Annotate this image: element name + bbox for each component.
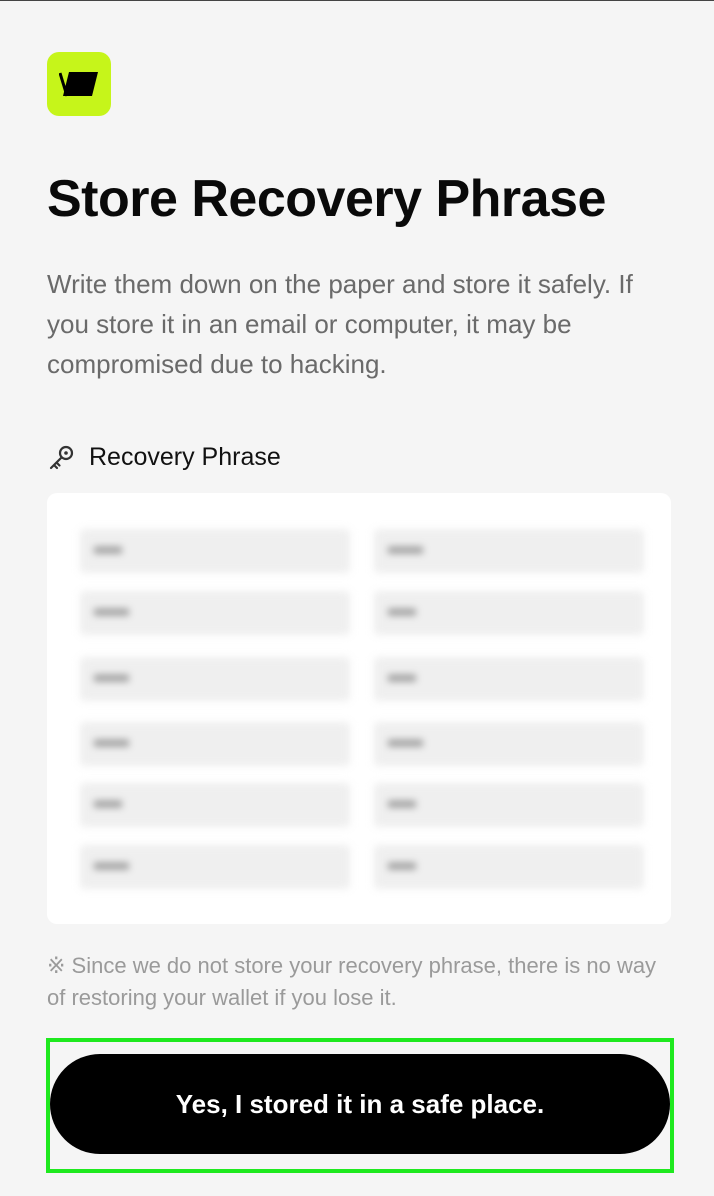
phrase-word: ••••• bbox=[80, 657, 350, 701]
warning-note: ※ Since we do not store your recovery ph… bbox=[47, 953, 657, 1010]
recovery-phrase-label: Recovery Phrase bbox=[47, 443, 281, 472]
page-description: Write them down on the paper and store i… bbox=[47, 269, 633, 379]
page-title: Store Recovery Phrase bbox=[47, 170, 606, 228]
confirm-stored-button[interactable]: Yes, I stored it in a safe place. bbox=[50, 1054, 670, 1154]
phrase-word: •••• bbox=[80, 783, 350, 827]
phrase-word: •••• bbox=[374, 591, 644, 635]
recovery-phrase-card: •••• ••••• ••••• •••• ••••• •••• ••••• •… bbox=[47, 493, 671, 924]
phrase-word: ••••• bbox=[80, 845, 350, 889]
phrase-word: •••• bbox=[374, 845, 644, 889]
phrase-word: ••••• bbox=[80, 591, 350, 635]
recovery-phrase-label-text: Recovery Phrase bbox=[89, 443, 281, 471]
phrase-word: ••••• bbox=[374, 722, 644, 766]
phrase-word: ••••• bbox=[374, 529, 644, 573]
key-icon bbox=[49, 445, 74, 469]
app-logo bbox=[47, 52, 111, 116]
phrase-word: •••• bbox=[374, 657, 644, 701]
phrase-word: ••••• bbox=[80, 722, 350, 766]
wallet-logo-icon bbox=[59, 72, 98, 97]
phrase-word: •••• bbox=[374, 783, 644, 827]
phrase-word: •••• bbox=[80, 529, 350, 573]
